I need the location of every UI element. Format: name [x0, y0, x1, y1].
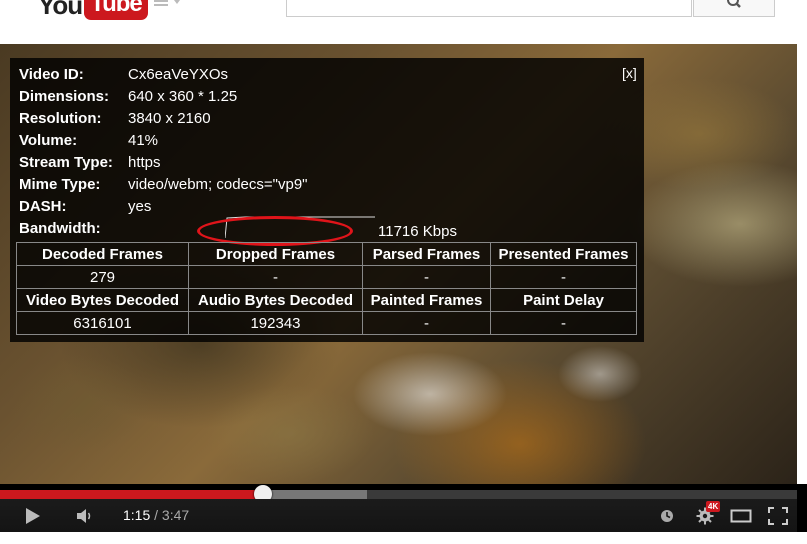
table-header-cell: Audio Bytes Decoded [188, 288, 363, 312]
stat-value: Cx6eaVeYXOs [128, 66, 229, 83]
table-cell: 279 [16, 265, 189, 289]
theater-mode-button[interactable] [727, 499, 755, 532]
stat-label: Bandwidth: [19, 220, 101, 237]
watch-later-button[interactable] [656, 499, 678, 532]
table-cell: - [490, 311, 637, 335]
table-header-row: Decoded Frames Dropped Frames Parsed Fra… [16, 242, 637, 266]
video-player[interactable]: [x] Video ID: Cx6eaVeYXOs Dimensions: 64… [0, 44, 807, 532]
table-cell: 6316101 [16, 311, 189, 335]
stat-label: Video ID: [19, 66, 84, 83]
table-cell: - [362, 265, 491, 289]
current-time: 1:15 [123, 507, 151, 523]
progress-bar[interactable] [0, 485, 797, 503]
logo-tube-text: Tube [84, 0, 148, 20]
stat-value: yes [128, 198, 152, 215]
masthead: You Tube [0, 0, 807, 44]
table-header-cell: Decoded Frames [16, 242, 189, 266]
bandwidth-value: 11716 Kbps [378, 223, 457, 240]
stat-value: 3840 x 2160 [128, 110, 211, 127]
player-controls: 1:15 / 3:47 4K [0, 499, 797, 532]
stat-label: Stream Type: [19, 154, 113, 171]
mute-button[interactable] [70, 499, 100, 532]
table-header-cell: Video Bytes Decoded [16, 288, 189, 312]
stat-value: video/webm; codecs="vp9" [128, 176, 308, 193]
stat-label: Mime Type: [19, 176, 101, 193]
search-icon [727, 0, 741, 8]
table-row: 279 - - - [16, 265, 637, 289]
stat-label: DASH: [19, 198, 67, 215]
quality-badge: 4K [706, 501, 721, 512]
fullscreen-icon [768, 506, 788, 525]
played-bar [0, 490, 263, 499]
play-icon [26, 507, 40, 524]
play-button[interactable] [16, 499, 48, 532]
table-cell: 192343 [188, 311, 363, 335]
page-edge [797, 44, 807, 484]
search-button[interactable] [693, 0, 775, 17]
youtube-logo[interactable]: You Tube [38, 0, 148, 20]
stat-value: 41% [128, 132, 159, 149]
close-stats-button[interactable]: [x] [622, 65, 637, 81]
table-header-cell: Dropped Frames [188, 242, 363, 266]
stat-value: 640 x 360 * 1.25 [128, 88, 238, 105]
time-display: 1:15 / 3:47 [123, 499, 189, 532]
duration: 3:47 [161, 507, 190, 523]
stats-for-nerds-panel: [x] Video ID: Cx6eaVeYXOs Dimensions: 64… [10, 58, 644, 342]
table-cell: - [490, 265, 637, 289]
table-header-cell: Presented Frames [490, 242, 637, 266]
frame-stats-table: Decoded Frames Dropped Frames Parsed Fra… [16, 242, 637, 335]
chevron-down-icon [174, 0, 180, 4]
table-cell: - [188, 265, 363, 289]
table-header-cell: Paint Delay [490, 288, 637, 312]
stat-label: Resolution: [19, 110, 102, 127]
logo-you-text: You [38, 0, 83, 20]
stat-label: Volume: [19, 132, 78, 149]
time-separator: / [150, 507, 162, 523]
table-header-cell: Parsed Frames [362, 242, 491, 266]
theater-mode-icon [730, 509, 752, 522]
table-header-row: Video Bytes Decoded Audio Bytes Decoded … [16, 288, 637, 312]
page-below-player [0, 532, 807, 544]
fullscreen-button[interactable] [764, 499, 792, 532]
stat-label: Dimensions: [19, 88, 110, 105]
table-header-cell: Painted Frames [362, 288, 491, 312]
volume-icon [77, 508, 91, 523]
table-row: 6316101 192343 - - [16, 311, 637, 335]
stat-value: https [128, 154, 161, 171]
search-input[interactable] [286, 0, 692, 17]
watch-later-icon [661, 509, 673, 522]
table-cell: - [362, 311, 491, 335]
